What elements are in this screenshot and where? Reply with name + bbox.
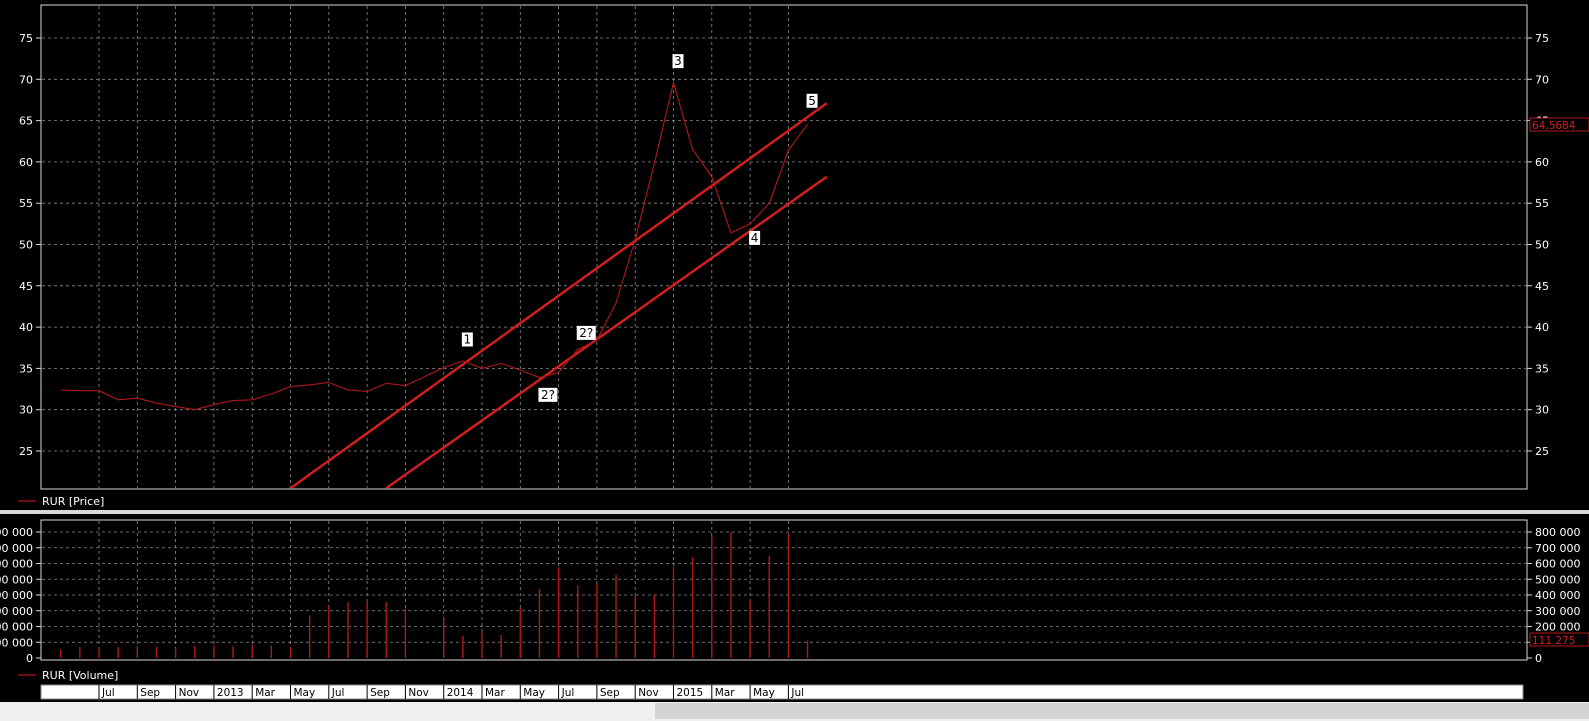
price-plot-area xyxy=(40,4,1528,490)
time-axis-label: Sep xyxy=(600,687,620,699)
volume-y-tick-label-left: 300 000 xyxy=(0,605,33,618)
price-y-tick-label-right: 50 xyxy=(1535,239,1549,252)
scrollbar-thumb[interactable] xyxy=(655,703,1589,719)
time-axis-label: Jul xyxy=(331,687,345,699)
time-axis-label: Nov xyxy=(179,687,200,699)
price-legend: RUR [Price] xyxy=(18,495,104,508)
time-axis-label: Sep xyxy=(140,687,160,699)
volume-y-tick-label-left: 100 000 xyxy=(0,636,33,649)
time-axis-label: Mar xyxy=(255,687,275,699)
price-y-tick-label-right: 40 xyxy=(1535,321,1549,334)
time-axis-label: Nov xyxy=(408,687,429,699)
volume-y-tick-label-right: 300 000 xyxy=(1535,605,1581,618)
time-axis-label: Jul xyxy=(101,687,115,699)
price-y-tick-label-left: 70 xyxy=(19,73,33,86)
volume-y-tick-label-left: 400 000 xyxy=(0,589,33,602)
wave-label: 1 xyxy=(464,332,472,346)
price-y-tick-label-left: 40 xyxy=(19,321,33,334)
price-y-tick-label-right: 70 xyxy=(1535,73,1549,86)
price-y-tick-label-right: 55 xyxy=(1535,197,1549,210)
volume-y-tick-label-right: 400 000 xyxy=(1535,589,1581,602)
volume-legend: RUR [Volume] xyxy=(18,669,118,682)
wave-label: 2? xyxy=(541,388,555,402)
horizontal-scrollbar[interactable] xyxy=(0,702,1589,721)
time-axis-label: Nov xyxy=(638,687,659,699)
wave-label: 2? xyxy=(579,326,593,340)
volume-y-tick-label-left: 500 000 xyxy=(0,573,33,586)
price-last-value-label: 64,5684 xyxy=(1532,120,1576,132)
time-axis-label: Mar xyxy=(715,687,735,699)
panel-separator[interactable] xyxy=(0,510,1589,514)
volume-panel: 00100 000100 000200 000200 000300 000300… xyxy=(0,519,1589,665)
price-y-tick-label-right: 75 xyxy=(1535,32,1549,45)
price-y-tick-label-right: 60 xyxy=(1535,156,1549,169)
price-y-tick-label-right: 25 xyxy=(1535,445,1549,458)
price-y-tick-label-left: 45 xyxy=(19,280,33,293)
volume-y-tick-label-right: 600 000 xyxy=(1535,558,1581,571)
wave-label: 5 xyxy=(808,94,816,108)
volume-last-value-label: 111 275 xyxy=(1532,635,1575,647)
price-y-tick-label-left: 30 xyxy=(19,404,33,417)
time-axis: Jul Sep Nov 2013 Mar May Jul Sep Nov 2014 Mar May Ju… xyxy=(40,684,1524,700)
price-y-tick-label-left: 35 xyxy=(19,362,33,375)
volume-y-tick-label-left: 0 xyxy=(26,652,33,665)
wave-label: 3 xyxy=(674,54,682,68)
chart-canvas: 2525303035354040454550505555606065657070… xyxy=(0,4,1589,721)
time-axis-label: Mar xyxy=(485,687,505,699)
price-y-tick-label-right: 35 xyxy=(1535,362,1549,375)
time-axis-label: May xyxy=(523,687,545,699)
volume-y-tick-label-right: 700 000 xyxy=(1535,542,1581,555)
volume-legend-label: RUR [Volume] xyxy=(42,669,118,682)
time-axis-label: 2013 xyxy=(217,687,244,699)
price-panel: 2525303035354040454550505555606065657070… xyxy=(19,4,1589,490)
price-y-tick-label-left: 25 xyxy=(19,445,33,458)
time-axis-label: 2015 xyxy=(677,687,704,699)
volume-y-tick-label-left: 600 000 xyxy=(0,558,33,571)
price-y-tick-label-right: 45 xyxy=(1535,280,1549,293)
price-legend-label: RUR [Price] xyxy=(42,495,104,508)
price-y-tick-label-left: 75 xyxy=(19,32,33,45)
volume-y-tick-label-right: 0 xyxy=(1535,652,1542,665)
price-y-tick-label-left: 50 xyxy=(19,239,33,252)
volume-y-tick-label-right: 800 000 xyxy=(1535,526,1581,539)
price-y-tick-label-right: 30 xyxy=(1535,404,1549,417)
wave-label: 4 xyxy=(751,231,759,245)
volume-plot-area xyxy=(40,519,1528,661)
price-y-tick-label-left: 55 xyxy=(19,197,33,210)
time-axis-label: Jul xyxy=(790,687,804,699)
time-axis-label: May xyxy=(294,687,316,699)
price-y-tick-label-left: 60 xyxy=(19,156,33,169)
volume-y-tick-label-left: 200 000 xyxy=(0,621,33,634)
volume-last-value: 111 275 xyxy=(1529,632,1589,647)
volume-y-tick-label-right: 200 000 xyxy=(1535,621,1581,634)
volume-y-tick-label-right: 500 000 xyxy=(1535,573,1581,586)
time-axis-label: Sep xyxy=(370,687,390,699)
price-last-value: 64,5684 xyxy=(1529,117,1589,132)
volume-y-tick-label-left: 700 000 xyxy=(0,542,33,555)
time-axis-label: 2014 xyxy=(447,687,474,699)
volume-y-tick-label-left: 800 000 xyxy=(0,526,33,539)
time-axis-label: May xyxy=(753,687,775,699)
time-axis-label: Jul xyxy=(561,687,575,699)
price-y-tick-label-left: 65 xyxy=(19,115,33,128)
